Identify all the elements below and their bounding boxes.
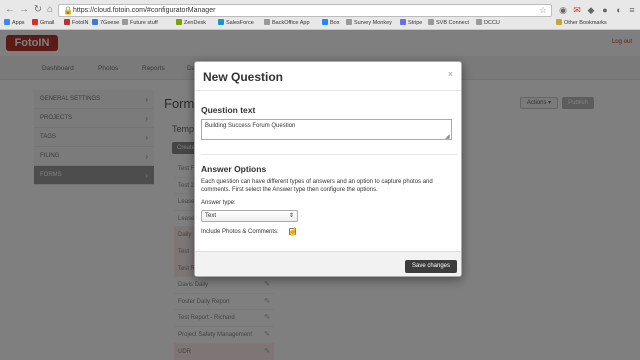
bookmark-item[interactable]: FotoIN xyxy=(64,18,89,29)
bookmark-label: Box xyxy=(330,20,340,26)
browser-chrome: ← → ↻ ⌂ 🔒 https://cloud.fotoin.com/#conf… xyxy=(0,0,640,30)
folder-icon xyxy=(556,19,562,25)
forward-icon[interactable]: → xyxy=(18,4,30,16)
bookmark-item[interactable]: 7Geese xyxy=(92,18,119,29)
answer-type-label: Answer type: xyxy=(201,200,236,206)
reload-icon[interactable]: ↻ xyxy=(32,4,44,16)
bookmark-icon xyxy=(476,19,482,25)
bookmarks-bar: Apps Gmail FotoIN 7Geese Future stuff ZenDesk… xyxy=(0,18,640,29)
extension-icon-3[interactable]: ● xyxy=(600,5,610,15)
bookmark-icon xyxy=(92,19,98,25)
star-icon[interactable]: ☆ xyxy=(539,5,547,16)
bookmark-icon xyxy=(4,19,10,25)
question-text-label: Question text xyxy=(201,105,256,115)
bookmark-icon xyxy=(218,19,224,25)
extension-icon-4[interactable]: ◐ xyxy=(614,5,624,15)
bookmark-item[interactable]: Gmail xyxy=(32,18,54,29)
resize-handle-icon[interactable]: ◢ xyxy=(445,133,450,140)
back-icon[interactable]: ← xyxy=(4,4,16,16)
lock-icon: 🔒 xyxy=(63,6,73,15)
bookmark-item[interactable]: Future stuff xyxy=(122,18,158,29)
bookmark-item[interactable]: SalesForce xyxy=(218,18,254,29)
url-text: https://cloud.fotoin.com/#configuratorMa… xyxy=(73,7,216,14)
bookmark-label: FotoIN xyxy=(72,20,89,26)
include-photos-label: Include Photos & Comments: xyxy=(201,229,279,235)
bookmark-label: DCCU xyxy=(484,20,500,26)
modal-footer: Save changes xyxy=(195,251,461,276)
bookmark-label: SVB Connect xyxy=(436,20,470,26)
bookmark-label: ZenDesk xyxy=(184,20,207,26)
bookmark-icon xyxy=(176,19,182,25)
bookmark-icon xyxy=(122,19,128,25)
bookmark-label: SalesForce xyxy=(226,20,254,26)
bookmark-item[interactable]: Survey Monkey xyxy=(346,18,392,29)
bookmark-label: 7Geese xyxy=(100,20,120,26)
bookmark-item[interactable]: ZenDesk xyxy=(176,18,206,29)
other-bookmarks-label: Other Bookmarks xyxy=(564,20,607,26)
bookmark-item[interactable]: BackOffice App xyxy=(264,18,310,29)
other-bookmarks[interactable]: Other Bookmarks xyxy=(556,18,607,29)
bookmark-label: BackOffice App xyxy=(272,20,310,26)
address-bar[interactable]: 🔒 https://cloud.fotoin.com/#configurator… xyxy=(58,4,552,17)
browser-toolbar: ← → ↻ ⌂ 🔒 https://cloud.fotoin.com/#conf… xyxy=(0,4,640,18)
bookmark-item[interactable]: DCCU xyxy=(476,18,500,29)
bookmark-icon xyxy=(346,19,352,25)
bookmark-label: Future stuff xyxy=(130,20,158,26)
divider xyxy=(201,154,457,155)
new-question-modal: New Question × Question text ◢ Answer Op… xyxy=(194,61,462,277)
bookmark-item[interactable]: Box xyxy=(322,18,339,29)
bookmark-icon xyxy=(428,19,434,25)
bookmark-icon xyxy=(64,19,70,25)
bookmark-item[interactable]: Stripe xyxy=(400,18,422,29)
bookmark-item[interactable]: SVB Connect xyxy=(428,18,469,29)
bookmark-item[interactable]: Apps xyxy=(4,18,25,29)
bookmark-label: Apps xyxy=(12,20,25,26)
question-text-input[interactable] xyxy=(201,119,452,140)
divider xyxy=(195,90,461,91)
bookmark-icon xyxy=(32,19,38,25)
menu-icon[interactable]: ≡ xyxy=(627,5,637,15)
answer-type-select[interactable]: Text ⇕ xyxy=(201,210,298,222)
hand-cursor-icon: ☝ xyxy=(288,227,298,236)
save-changes-button[interactable]: Save changes xyxy=(405,260,457,273)
bookmark-icon xyxy=(400,19,406,25)
answer-options-title: Answer Options xyxy=(201,164,267,174)
answer-options-description: Each question can have different types o… xyxy=(201,179,433,193)
bookmark-label: Stripe xyxy=(408,20,423,26)
extension-icon[interactable]: ◉ xyxy=(558,5,568,15)
bookmark-icon xyxy=(322,19,328,25)
modal-title: New Question xyxy=(203,70,284,84)
gmail-extension-icon[interactable]: ✉ xyxy=(572,5,582,15)
extension-icon-2[interactable]: ◆ xyxy=(586,5,596,15)
bookmark-label: Survey Monkey xyxy=(354,20,392,26)
bookmark-label: Gmail xyxy=(40,20,55,26)
answer-type-value: Text xyxy=(205,213,217,219)
close-icon[interactable]: × xyxy=(448,69,453,79)
select-arrows-icon: ⇕ xyxy=(288,213,294,219)
bookmark-icon xyxy=(264,19,270,25)
home-icon[interactable]: ⌂ xyxy=(44,4,56,16)
